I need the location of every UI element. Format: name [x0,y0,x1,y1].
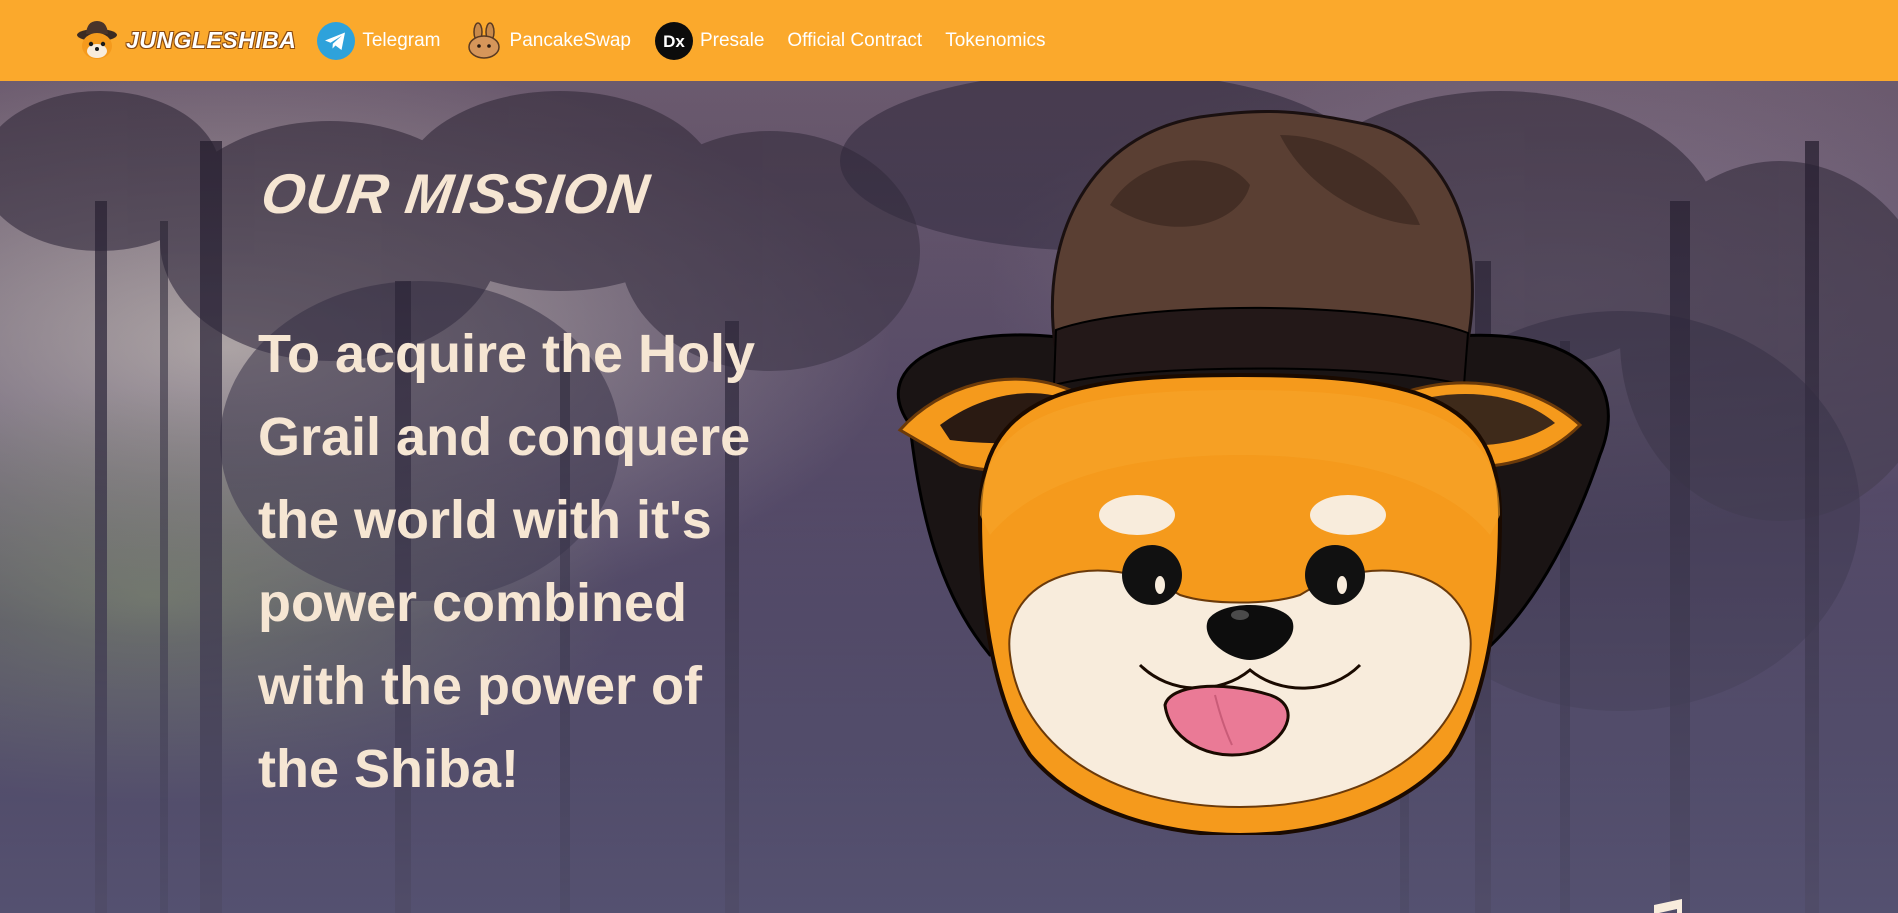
music-note-icon[interactable] [1636,897,1688,913]
nav-pancakeswap-link[interactable]: PancakeSwap [464,21,631,61]
mission-line: To acquire the Holy [258,324,756,384]
nav-presale-link[interactable]: Dx Presale [654,21,764,61]
top-navbar: JUNGLESHIBA Telegram PancakeSwap Dx Pres… [0,0,1898,81]
dxsale-icon: Dx [654,21,693,60]
mission-title: OUR MISSION [257,162,654,225]
nav-tokenomics-link[interactable]: Tokenomics [945,30,1045,52]
shiba-with-hat-logo-icon [77,20,117,59]
nav-label-telegram: Telegram [362,29,441,51]
nav-label-official-contract: Official Contract [787,29,923,51]
mission-line: the world with it's [258,490,712,550]
pancakeswap-bunny-icon [467,21,500,59]
nav-official-contract-link[interactable]: Official Contract [787,30,922,52]
mission-statement: To acquire the Holy Grail and conquere t… [258,313,828,811]
mission-line: Grail and conquere [258,407,751,467]
nav-label-presale: Presale [699,29,765,51]
nav-label-tokenomics: Tokenomics [945,29,1046,51]
svg-text:Dx: Dx [663,32,685,51]
mission-line: with the power of [258,656,702,716]
brand-logo[interactable]: JUNGLESHIBA [74,18,296,64]
mission-line: power combined [258,573,688,633]
nav-label-pancakeswap: PancakeSwap [509,29,631,51]
mission-line: the Shiba! [258,739,520,799]
telegram-icon [317,21,356,60]
audio-control [1636,897,1858,913]
shiba-explorer-mascot-icon [896,109,1610,835]
mission-hero-section: OUR MISSION To acquire the Holy Grail an… [0,81,1898,913]
nav-telegram-link[interactable]: Telegram [316,21,441,61]
brand-name: JUNGLESHIBA [126,27,297,53]
